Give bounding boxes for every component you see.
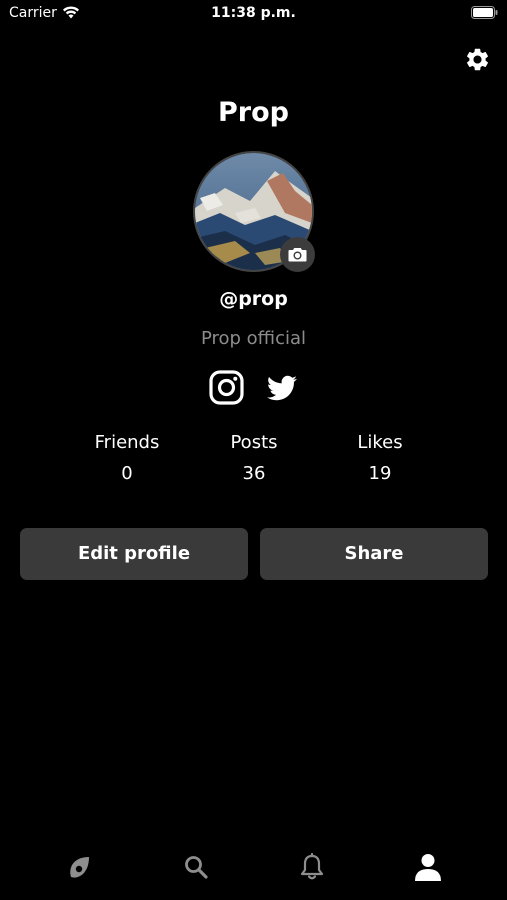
stat-label: Posts [230,432,278,453]
stat-friends[interactable]: Friends 0 [67,432,187,484]
stat-value: 36 [242,463,266,484]
social-links [0,370,507,406]
camera-icon [288,248,307,262]
tab-notifications[interactable] [295,850,329,884]
status-bar: Carrier 11:38 p.m. [0,0,507,28]
profile-icon [415,854,441,881]
twitter-icon[interactable] [266,373,298,403]
instagram-icon[interactable] [209,370,244,405]
stat-label: Likes [357,432,403,453]
share-button[interactable]: Share [260,528,488,580]
camera-button[interactable] [280,237,315,272]
avatar-container[interactable] [193,151,315,272]
tab-search[interactable] [179,850,213,884]
profile-handle: @prop [219,288,288,310]
gear-icon[interactable] [464,46,491,73]
stat-value: 0 [121,463,133,484]
page-title: Prop [218,97,289,128]
stat-posts[interactable]: Posts 36 [194,432,314,484]
edit-profile-button[interactable]: Edit profile [20,528,248,580]
battery-icon [471,6,498,19]
search-icon [185,856,208,879]
stat-likes[interactable]: Likes 19 [320,432,440,484]
stat-value: 19 [368,463,392,484]
bell-icon [300,853,324,880]
feed-icon [70,857,89,878]
stat-label: Friends [94,432,160,453]
tab-profile[interactable] [411,850,445,884]
status-time: 11:38 p.m. [211,5,296,21]
tab-feed[interactable] [63,850,97,884]
profile-bio: Prop official [200,328,307,349]
